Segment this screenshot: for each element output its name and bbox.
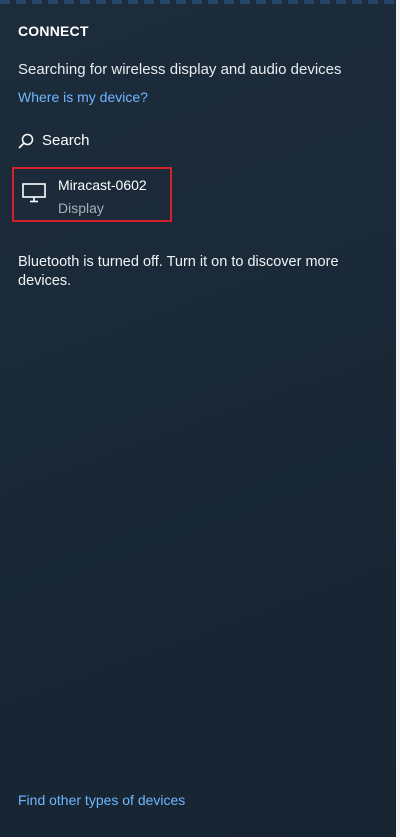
find-other-devices-link[interactable]: Find other types of devices <box>18 792 185 808</box>
device-type: Display <box>58 200 104 216</box>
connect-panel: CONNECT Searching for wireless display a… <box>0 0 400 837</box>
taskbar-edge <box>0 0 396 4</box>
where-is-my-device-link[interactable]: Where is my device? <box>18 89 148 105</box>
search-button[interactable]: Search <box>18 132 90 149</box>
device-item-miracast[interactable]: Miracast-0602 Display <box>12 167 172 222</box>
search-icon <box>18 133 34 149</box>
panel-title: CONNECT <box>18 23 89 39</box>
monitor-icon <box>22 183 46 208</box>
searching-status: Searching for wireless display and audio… <box>18 61 342 78</box>
device-name: Miracast-0602 <box>58 177 147 193</box>
bluetooth-off-message: Bluetooth is turned off. Turn it on to d… <box>18 254 339 289</box>
search-label: Search <box>42 132 90 149</box>
